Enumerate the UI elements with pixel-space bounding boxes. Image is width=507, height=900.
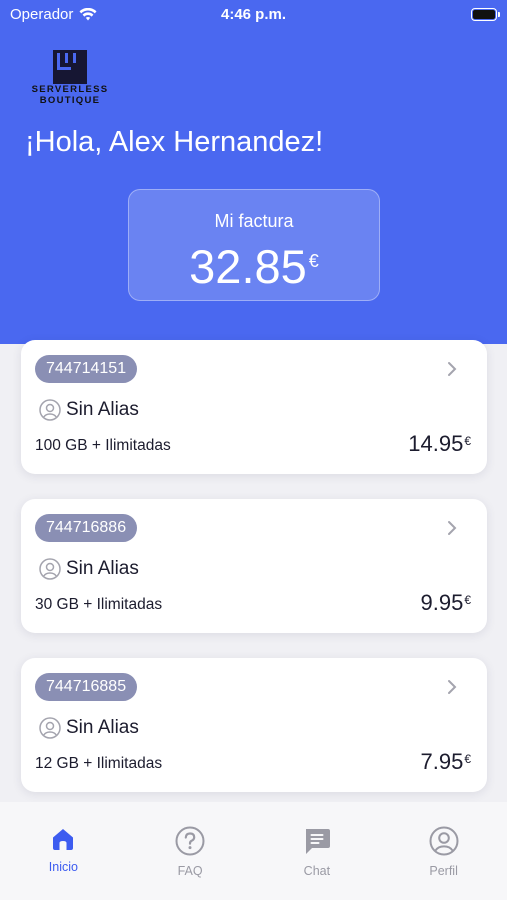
tab-bar: Inicio FAQ Chat Perfil — [0, 802, 507, 900]
user-icon — [39, 717, 61, 739]
chevron-right-icon[interactable] — [447, 361, 457, 377]
question-icon — [175, 826, 205, 856]
tab-perfil[interactable]: Perfil — [380, 802, 507, 900]
phone-number-badge: 744716886 — [35, 514, 138, 542]
profile-icon — [429, 826, 459, 856]
alias-row: Sin Alias — [39, 717, 139, 739]
line-price-currency: € — [464, 434, 471, 448]
line-price-value: 14.95 — [408, 431, 464, 456]
phone-number-badge: 744716885 — [35, 673, 138, 701]
plan-description: 30 GB + Ilimitadas — [35, 596, 163, 613]
brand-name-line2: BOUTIQUE — [39, 95, 101, 106]
status-bar: Operador 4:46 p.m. — [0, 0, 507, 30]
line-price-value: 7.95 — [420, 749, 464, 774]
line-price: 14.95€ — [408, 431, 471, 457]
status-time: 4:46 p.m. — [220, 6, 287, 23]
invoice-amount: 32.85 € — [129, 234, 379, 294]
alias-row: Sin Alias — [39, 558, 139, 580]
header-banner: Operador 4:46 p.m. SERVERLESS BOUTIQUE ¡… — [0, 0, 507, 344]
battery-icon — [471, 8, 500, 21]
alias-label: Sin Alias — [66, 399, 139, 420]
user-icon — [39, 399, 61, 421]
invoice-card[interactable]: Mi factura 32.85 € — [128, 189, 380, 301]
tab-inicio[interactable]: Inicio — [0, 802, 127, 900]
home-icon — [53, 829, 74, 850]
plan-description: 100 GB + Ilimitadas — [35, 437, 171, 454]
line-price-currency: € — [464, 593, 471, 607]
tab-label: Perfil — [429, 864, 458, 878]
line-price: 9.95€ — [420, 590, 471, 616]
line-card[interactable]: 744716886 Sin Alias 30 GB + Ilimitadas 9… — [21, 499, 487, 633]
brand-name-line1: SERVERLESS — [31, 84, 109, 95]
chat-icon — [305, 829, 330, 854]
line-price-value: 9.95 — [420, 590, 464, 615]
alias-label: Sin Alias — [66, 558, 139, 579]
chevron-right-icon[interactable] — [447, 520, 457, 536]
tab-label: Chat — [303, 864, 331, 878]
invoice-label: Mi factura — [214, 211, 294, 231]
tab-label: FAQ — [177, 864, 203, 878]
tab-chat[interactable]: Chat — [254, 802, 381, 900]
brand-logo-icon — [53, 50, 87, 84]
user-icon — [39, 558, 61, 580]
invoice-amount-value: 32.85 — [189, 240, 307, 293]
invoice-currency: € — [308, 251, 319, 271]
tab-label: Inicio — [48, 860, 78, 874]
chevron-right-icon[interactable] — [447, 679, 457, 695]
plan-description: 12 GB + Ilimitadas — [35, 755, 163, 772]
line-card[interactable]: 744714151 Sin Alias 100 GB + Ilimitadas … — [21, 340, 487, 474]
greeting-title: ¡Hola, Alex Hernandez! — [25, 126, 324, 158]
line-price-currency: € — [464, 752, 471, 766]
tab-faq[interactable]: FAQ — [127, 802, 254, 900]
alias-row: Sin Alias — [39, 399, 139, 421]
brand-logo: SERVERLESS BOUTIQUE — [28, 50, 112, 106]
phone-number-badge: 744714151 — [35, 355, 138, 383]
alias-label: Sin Alias — [66, 717, 139, 738]
line-price: 7.95€ — [420, 749, 471, 775]
line-card[interactable]: 744716885 Sin Alias 12 GB + Ilimitadas 7… — [21, 658, 487, 792]
